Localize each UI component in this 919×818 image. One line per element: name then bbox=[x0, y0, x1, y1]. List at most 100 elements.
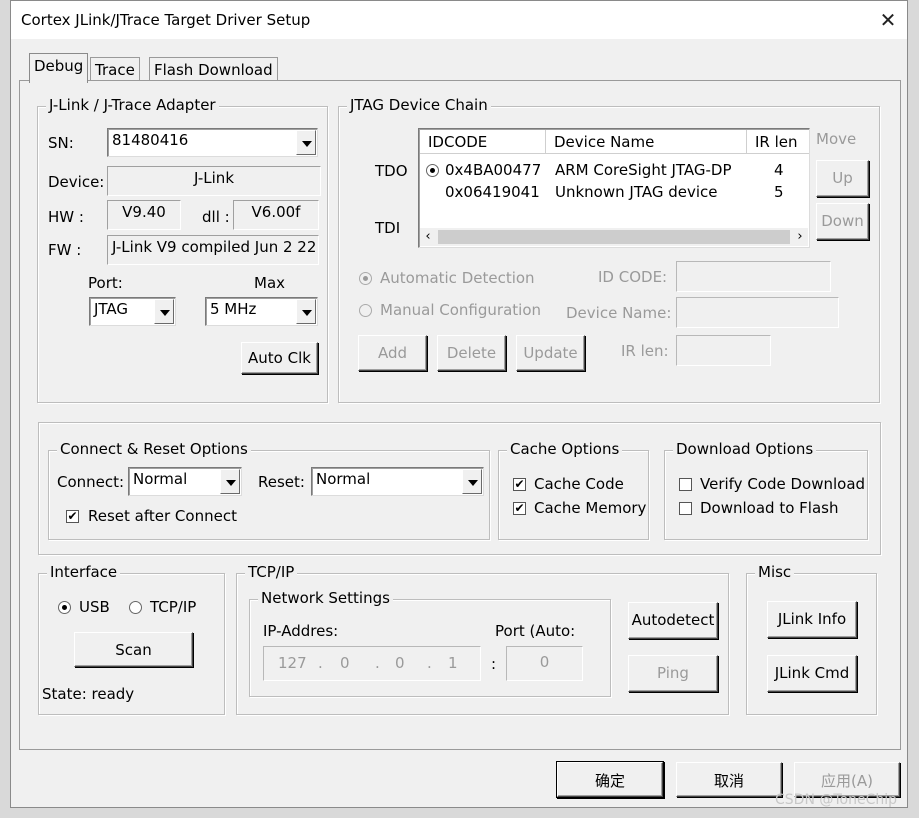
max-clock-select[interactable]: 5 MHz bbox=[205, 297, 318, 326]
port-value: JTAG bbox=[94, 300, 129, 318]
port-select[interactable]: JTAG bbox=[89, 297, 176, 326]
chevron-down-icon[interactable] bbox=[296, 130, 316, 155]
tab-trace[interactable]: Trace bbox=[90, 57, 140, 81]
auto-clk-button[interactable]: Auto Clk bbox=[241, 342, 318, 374]
tcpip-group: TCP/IP Network Settings IP-Addres: Port … bbox=[236, 563, 729, 715]
idcode-label: ID CODE: bbox=[598, 268, 668, 286]
ok-button[interactable]: 确定 bbox=[557, 762, 663, 797]
interface-group-title: Interface bbox=[47, 563, 121, 581]
verify-label: Verify Code Download bbox=[700, 475, 866, 493]
device-field: J-Link bbox=[107, 166, 321, 196]
idcode-input[interactable] bbox=[676, 261, 831, 292]
move-up-button[interactable]: Up bbox=[816, 160, 869, 197]
jtag-group-title: JTAG Device Chain bbox=[347, 96, 491, 114]
row-idcode: 0x4BA00477 bbox=[445, 161, 542, 179]
tab-flash-download[interactable]: Flash Download bbox=[149, 57, 278, 81]
column-device-name[interactable]: Device Name bbox=[546, 130, 747, 154]
sn-value: 81480416 bbox=[112, 131, 189, 149]
selected-row-radio-icon bbox=[426, 164, 439, 177]
auto-detect-radio[interactable] bbox=[359, 272, 372, 285]
watermark: CSDN @ToneChip bbox=[775, 792, 898, 808]
connect-reset-group: Connect & Reset Options Connect: Normal … bbox=[48, 440, 490, 540]
download-to-flash-label: Download to Flash bbox=[700, 499, 839, 517]
horizontal-scrollbar[interactable]: ‹ › bbox=[420, 228, 808, 246]
reset-value: Normal bbox=[316, 470, 371, 488]
connect-group-title: Connect & Reset Options bbox=[57, 440, 251, 458]
scrollbar-thumb[interactable] bbox=[438, 230, 790, 244]
reset-select[interactable]: Normal bbox=[311, 467, 484, 496]
tcpip-radio[interactable] bbox=[129, 601, 142, 614]
ir-len-label: IR len: bbox=[621, 342, 669, 360]
scroll-right-icon[interactable]: › bbox=[792, 228, 808, 246]
debug-tab-panel: J-Link / J-Trace Adapter SN: 81480416 De… bbox=[19, 80, 901, 750]
move-down-button[interactable]: Down bbox=[816, 203, 869, 240]
colon-separator: : bbox=[491, 655, 497, 673]
column-idcode[interactable]: IDCODE bbox=[420, 130, 546, 154]
network-settings-group: Network Settings IP-Addres: Port (Auto: … bbox=[249, 589, 611, 697]
adapter-group: J-Link / J-Trace Adapter SN: 81480416 De… bbox=[37, 96, 328, 403]
column-ir-len[interactable]: IR len bbox=[747, 130, 809, 154]
cache-memory-checkbox[interactable]: ✔ bbox=[513, 502, 526, 515]
row-ir-len: 5 bbox=[774, 183, 784, 201]
ip-address-label: IP-Addres: bbox=[263, 622, 339, 640]
port-auto-label: Port (Auto: bbox=[495, 622, 575, 640]
verify-checkbox[interactable] bbox=[679, 478, 692, 491]
tdo-label: TDO bbox=[375, 162, 408, 180]
cache-memory-label: Cache Memory bbox=[534, 499, 647, 517]
tcpip-label: TCP/IP bbox=[150, 598, 197, 616]
usb-radio[interactable] bbox=[58, 601, 71, 614]
manual-config-radio[interactable] bbox=[359, 304, 372, 317]
row-device-name: ARM CoreSight JTAG-DP bbox=[555, 161, 732, 179]
download-options-group: Download Options Verify Code Download Do… bbox=[664, 440, 868, 540]
sn-label: SN: bbox=[48, 134, 74, 152]
cancel-button[interactable]: 取消 bbox=[676, 762, 782, 797]
ip-dot: . bbox=[427, 654, 432, 672]
update-button[interactable]: Update bbox=[516, 335, 585, 371]
cache-options-group: Cache Options ✔ Cache Code ✔ Cache Memor… bbox=[498, 440, 649, 540]
fw-field: J-Link V9 compiled Jun 2 22 bbox=[107, 235, 319, 265]
chevron-down-icon[interactable] bbox=[220, 469, 240, 494]
dialog-window: Cortex JLink/JTrace Target Driver Setup … bbox=[10, 0, 908, 808]
window-title: Cortex JLink/JTrace Target Driver Setup bbox=[21, 11, 311, 29]
jtag-chain-group: JTAG Device Chain TDO TDI IDCODE Device … bbox=[338, 96, 880, 403]
ping-button[interactable]: Ping bbox=[628, 655, 718, 692]
scan-button[interactable]: Scan bbox=[74, 632, 193, 667]
usb-label: USB bbox=[79, 598, 110, 616]
ir-len-input[interactable] bbox=[676, 335, 771, 366]
hw-field: V9.40 bbox=[107, 200, 181, 230]
jlink-cmd-button[interactable]: JLink Cmd bbox=[767, 655, 857, 692]
ip-address-input[interactable]: 127 . 0 . 0 . 1 bbox=[263, 646, 481, 681]
chevron-down-icon[interactable] bbox=[462, 469, 482, 494]
reset-after-connect-checkbox[interactable]: ✔ bbox=[66, 510, 79, 523]
download-to-flash-checkbox[interactable] bbox=[679, 502, 692, 515]
dll-label: dll : bbox=[202, 208, 230, 226]
ip-dot: . bbox=[318, 654, 323, 672]
delete-button[interactable]: Delete bbox=[437, 335, 506, 371]
jlink-info-button[interactable]: JLink Info bbox=[767, 601, 857, 638]
tab-debug[interactable]: Debug bbox=[29, 53, 89, 83]
fw-label: FW : bbox=[48, 241, 82, 259]
chevron-down-icon[interactable] bbox=[154, 299, 174, 324]
port-label: Port: bbox=[88, 274, 123, 292]
chevron-down-icon[interactable] bbox=[296, 299, 316, 324]
device-name-input[interactable] bbox=[676, 297, 839, 328]
download-group-title: Download Options bbox=[673, 440, 817, 458]
scroll-left-icon[interactable]: ‹ bbox=[420, 228, 436, 246]
autodetect-button[interactable]: Autodetect bbox=[628, 602, 718, 639]
misc-group-title: Misc bbox=[755, 563, 795, 581]
add-button[interactable]: Add bbox=[358, 335, 427, 371]
reset-after-connect-label: Reset after Connect bbox=[88, 507, 237, 525]
row-device-name: Unknown JTAG device bbox=[555, 183, 718, 201]
misc-group: Misc JLink Info JLink Cmd bbox=[746, 563, 877, 715]
jtag-device-list[interactable]: IDCODE Device Name IR len 0x4BA00477 ARM… bbox=[418, 128, 810, 248]
max-clock-value: 5 MHz bbox=[210, 300, 257, 318]
device-label: Device: bbox=[48, 173, 105, 191]
cache-code-checkbox[interactable]: ✔ bbox=[513, 478, 526, 491]
port-input[interactable]: 0 bbox=[506, 646, 583, 681]
close-icon[interactable]: ✕ bbox=[877, 9, 899, 31]
manual-config-label: Manual Configuration bbox=[380, 301, 542, 319]
ip-octet-4: 1 bbox=[448, 654, 458, 672]
connect-select[interactable]: Normal bbox=[128, 467, 242, 496]
network-settings-title: Network Settings bbox=[258, 589, 393, 607]
sn-select[interactable]: 81480416 bbox=[107, 128, 318, 157]
